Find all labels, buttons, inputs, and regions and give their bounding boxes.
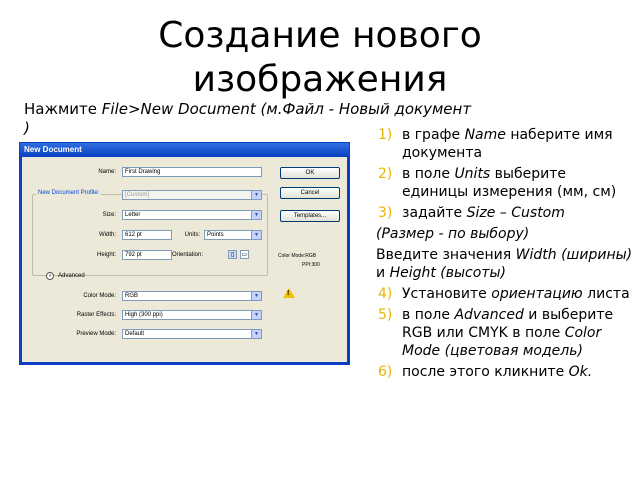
- chevron-down-icon: ▼: [251, 330, 261, 338]
- step-text: в поле: [402, 307, 455, 323]
- color-mode-dropdown[interactable]: RGB ▼: [122, 291, 262, 301]
- new-document-dialog: New Document Name: First Drawing New Doc…: [19, 142, 350, 365]
- chevron-down-icon: ▼: [251, 211, 261, 219]
- preview-mode-dropdown[interactable]: Default ▼: [122, 329, 262, 339]
- raster-effects-value: High (300 ppi): [125, 312, 163, 318]
- step-term: ориентацию: [491, 286, 583, 302]
- note-term: Height (высоты): [389, 265, 506, 281]
- width-input[interactable]: 612 pt: [122, 230, 172, 240]
- chevron-down-icon: ▼: [251, 311, 261, 319]
- slide-title-line1: Создание нового: [158, 15, 482, 56]
- step-text: после этого кликните: [402, 364, 569, 380]
- units-value: Points: [207, 232, 224, 238]
- step-number: 4): [378, 286, 393, 302]
- advanced-toggle-icon[interactable]: «: [46, 272, 54, 280]
- size-dropdown[interactable]: Letter ▼: [122, 210, 262, 220]
- height-input[interactable]: 792 pt: [122, 250, 172, 260]
- chevron-down-icon: ▼: [251, 191, 261, 199]
- profile-dropdown[interactable]: [Custom] ▼: [122, 190, 262, 200]
- preview-mode-value: Default: [125, 331, 145, 337]
- ppi-info: PPI:300: [302, 262, 320, 268]
- note-term: Width (ширины): [515, 247, 633, 263]
- advanced-label[interactable]: Advanced: [58, 273, 85, 279]
- step-number: 1): [378, 127, 393, 143]
- color-mode-label: Color Mode:: [83, 293, 116, 299]
- step-term: Advanced: [454, 307, 524, 323]
- units-label: Units:: [184, 232, 200, 238]
- raster-effects-dropdown[interactable]: High (300 ppi) ▼: [122, 310, 262, 320]
- slide-title: Создание нового изображения: [0, 14, 640, 102]
- step-text: в поле: [402, 166, 455, 182]
- step-2: 2) в поле Units выберите единицы измерен…: [376, 165, 636, 201]
- step-number: 6): [378, 364, 393, 380]
- profile-legend: New Document Profile:: [36, 190, 102, 196]
- step-number: 3): [378, 205, 393, 221]
- size-note: (Размер - по выбору): [376, 225, 636, 243]
- step-5: 5) в поле Advanced и выберите RGB или CM…: [376, 306, 636, 360]
- size-value: Letter: [125, 212, 141, 218]
- templates-button[interactable]: Templates...: [280, 210, 340, 222]
- note-text: и: [376, 265, 390, 281]
- profile-value: [Custom]: [125, 192, 150, 198]
- step-text: листа: [582, 286, 630, 302]
- chevron-down-icon: ▼: [251, 231, 261, 239]
- step-text: Установите: [402, 286, 492, 302]
- enter-values-note: Введите значения Width (ширины) и Height…: [376, 246, 636, 282]
- step-6: 6) после этого кликните Ok.: [376, 363, 636, 381]
- slide-title-line2: изображения: [192, 59, 448, 100]
- step-1: 1) в графе Name наберите имя документа: [376, 126, 636, 162]
- note-text: Введите значения: [376, 247, 516, 263]
- orientation-label: Orientation:: [172, 252, 204, 258]
- ok-button[interactable]: OK: [280, 167, 340, 179]
- size-note-text: (Размер - по выбору): [376, 226, 530, 242]
- instruction-list: 1) в графе Name наберите имя документа 2…: [376, 126, 636, 384]
- name-label: Name:: [98, 169, 116, 175]
- units-dropdown[interactable]: Points ▼: [204, 230, 262, 240]
- step-term: Size – Custom: [466, 205, 565, 221]
- step-term: Name: [464, 127, 506, 143]
- width-label: Width:: [98, 232, 116, 238]
- name-input[interactable]: First Drawing: [122, 167, 262, 177]
- cancel-button[interactable]: Cancel: [280, 187, 340, 199]
- warning-icon: !: [283, 288, 295, 298]
- portrait-orientation-icon[interactable]: ▯: [228, 250, 237, 259]
- landscape-orientation-icon[interactable]: ▭: [240, 250, 249, 259]
- color-mode-info: Color Mode:RGB: [278, 253, 317, 259]
- step-3: 3) задайте Size – Custom: [376, 204, 636, 222]
- preview-mode-label: Preview Mode:: [76, 331, 116, 337]
- color-mode-value: RGB: [125, 293, 139, 299]
- step-number: 2): [378, 166, 393, 182]
- chevron-down-icon: ▼: [251, 292, 261, 300]
- step-text: в графе: [402, 127, 465, 143]
- step-text: задайте: [402, 205, 467, 221]
- step-4: 4) Установите ориентацию листа: [376, 285, 636, 303]
- step-term: Units: [454, 166, 491, 182]
- intro-prefix: Нажмите: [24, 100, 102, 118]
- height-label: Height:: [96, 252, 116, 258]
- size-label: Size:: [102, 212, 116, 218]
- raster-effects-label: Raster Effects:: [76, 312, 116, 318]
- dialog-titlebar: New Document: [20, 143, 349, 157]
- dialog-body: Name: First Drawing New Document Profile…: [20, 157, 349, 364]
- step-number: 5): [378, 307, 393, 323]
- step-term: Ok.: [568, 364, 593, 380]
